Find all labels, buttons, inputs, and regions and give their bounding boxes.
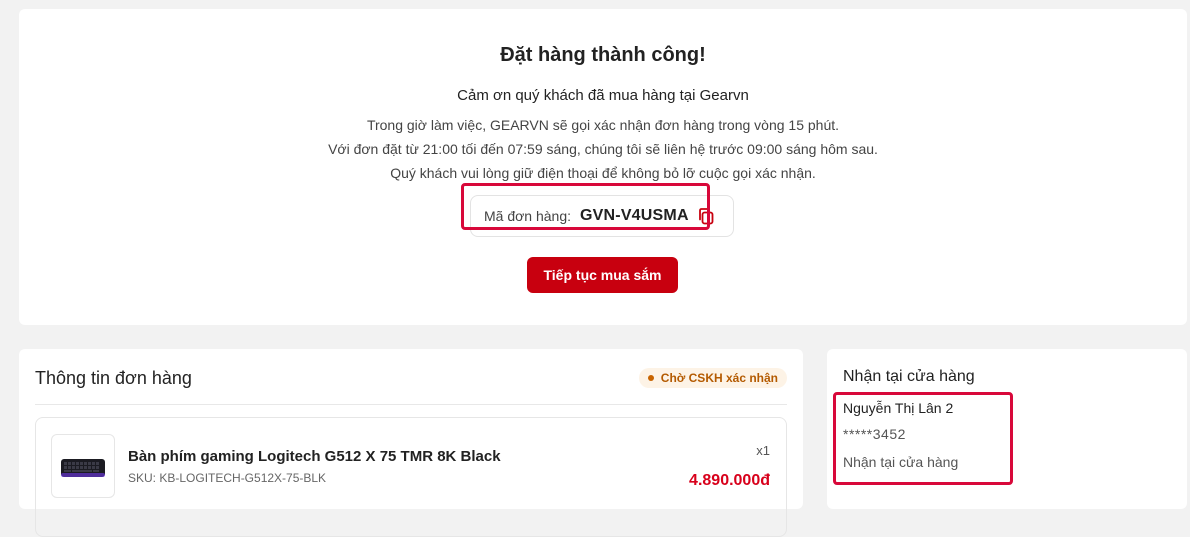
success-message-2: Với đơn đặt từ 21:00 tối đến 07:59 sáng,… [328,141,878,157]
status-badge: Chờ CSKH xác nhận [638,368,787,388]
customer-phone: *****3452 [843,426,906,442]
order-code-label: Mã đơn hàng: [484,208,572,224]
success-subtitle: Cảm ơn quý khách đã mua hàng tại Gearvn [457,87,749,104]
product-price: 4.890.000đ [689,472,770,489]
success-message-3: Quý khách vui lòng giữ điện thoại để khô… [390,165,816,181]
continue-shopping-button[interactable]: Tiếp tục mua sắm [527,257,678,293]
order-success-card: Đặt hàng thành công! Cảm ơn quý khách đã… [19,9,1187,325]
copy-icon[interactable] [697,207,715,225]
product-image[interactable] [51,434,115,498]
customer-name: Nguyễn Thị Lân 2 [843,400,954,416]
success-message-1: Trong giờ làm việc, GEARVN sẽ gọi xác nh… [366,117,840,133]
delivery-method: Nhận tại cửa hàng [843,454,959,470]
status-badge-label: Chờ CSKH xác nhận [660,371,778,385]
order-info-title: Thông tin đơn hàng [35,368,192,388]
order-info-card: Thông tin đơn hàng Chờ CSKH xác nhận Bàn… [19,349,803,537]
order-code-box: Mã đơn hàng: GVN-V4USMA [470,195,734,237]
status-dot-icon [647,375,654,381]
product-name[interactable]: Bàn phím gaming Logitech G512 X 75 TMR 8… [128,448,501,465]
pickup-card: Nhận tại cửa hàng Nguyễn Thị Lân 2 *****… [827,349,1187,509]
product-sku: SKU: KB-LOGITECH-G512X-75-BLK [128,471,327,485]
pickup-title: Nhận tại cửa hàng [843,368,975,385]
order-code-value: GVN-V4USMA [580,207,689,224]
divider [35,404,787,405]
product-quantity: x1 [756,443,770,458]
success-title: Đặt hàng thành công! [500,44,706,66]
product-item: Bàn phím gaming Logitech G512 X 75 TMR 8… [35,417,787,537]
keyboard-image [61,459,105,477]
